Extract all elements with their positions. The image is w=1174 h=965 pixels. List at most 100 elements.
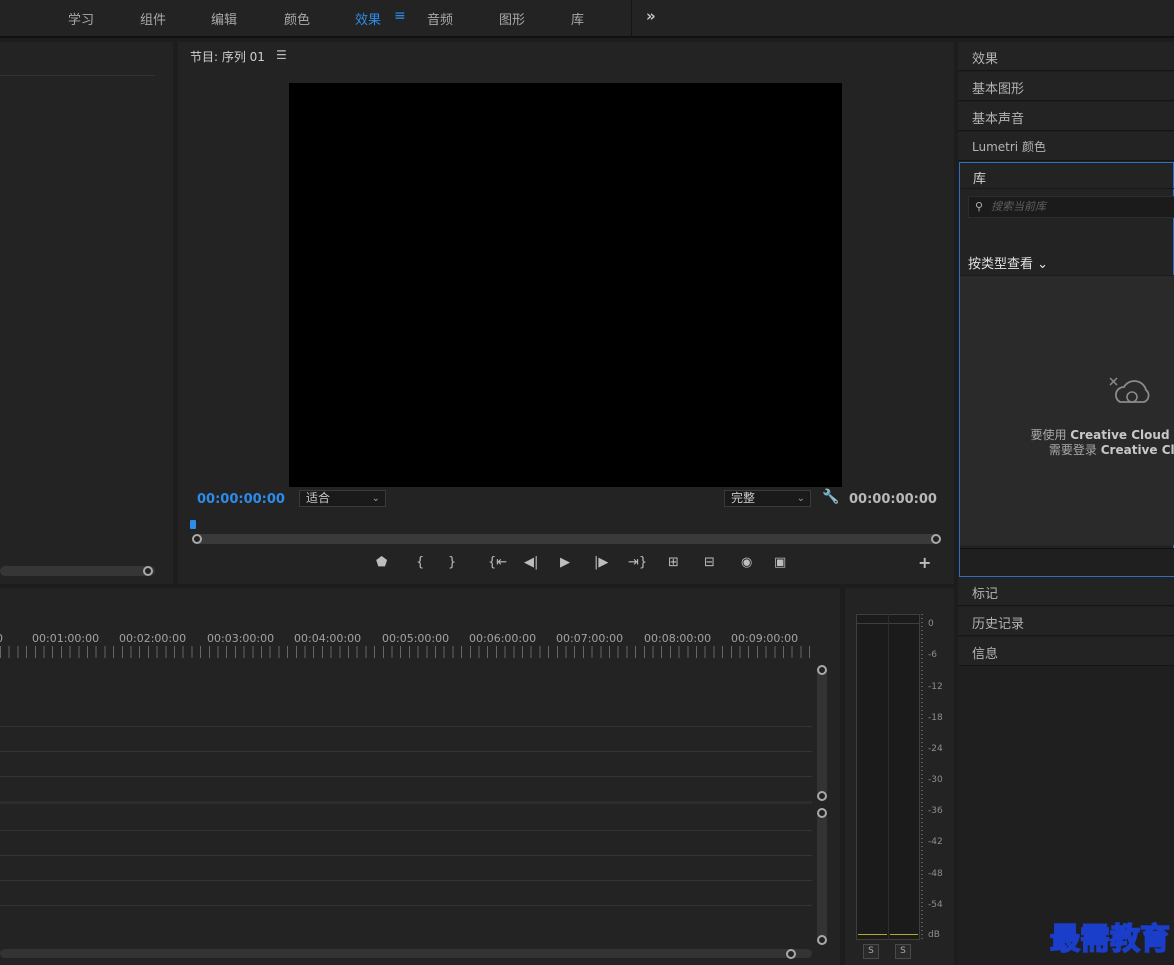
panel-tab-essential-graphics[interactable]: 基本图形 xyxy=(958,72,1174,101)
view-by-type-dropdown[interactable]: 按类型查看 ⌄ xyxy=(968,253,1048,272)
workspace-tab-effects[interactable]: 效果 xyxy=(355,9,381,28)
video-audio-divider[interactable] xyxy=(0,801,812,804)
audio-track-divider xyxy=(0,880,812,881)
workspace-tab-editing[interactable]: 编辑 xyxy=(211,9,237,28)
timeline-zoom-handle[interactable] xyxy=(786,949,796,959)
camera-export-frame-icon[interactable]: ◉ xyxy=(741,555,752,570)
library-login-message: 要使用 Creative Cloud Libr 需要登录 Creative Cl… xyxy=(1020,428,1174,458)
library-search-box[interactable]: ⚲ xyxy=(968,196,1174,218)
panel-tab-history[interactable]: 历史记录 xyxy=(958,607,1174,636)
mark-in-icon[interactable]: { xyxy=(416,555,424,570)
program-monitor-title[interactable]: 节目: 序列 01 xyxy=(190,48,265,65)
left-panel xyxy=(0,42,173,584)
ruler-label: 00:04:00:00 xyxy=(294,632,362,645)
chevron-down-icon: ⌄ xyxy=(371,493,380,504)
ruler-label: 00:02:00:00 xyxy=(119,632,187,645)
workspace-tab-assembly[interactable]: 组件 xyxy=(140,9,166,28)
db-label: -24 xyxy=(928,744,943,754)
library-footer-bar xyxy=(960,548,1174,576)
playhead-marker[interactable] xyxy=(190,520,196,529)
panel-tab-info[interactable]: 信息 xyxy=(958,637,1174,666)
timeline-horizontal-scrollbar[interactable] xyxy=(0,949,812,958)
lift-icon[interactable]: ⊞ xyxy=(668,555,679,570)
left-horizontal-scrollbar[interactable] xyxy=(0,566,155,576)
hamburger-menu-icon[interactable]: ≡ xyxy=(394,8,406,24)
panel-tab-markers[interactable]: 标记 xyxy=(958,577,1174,606)
db-label: -54 xyxy=(928,900,943,910)
ruler-label: 00:05:00:00 xyxy=(382,632,450,645)
meter-level-left xyxy=(858,934,887,935)
ruler-label: 00:06:00:00 xyxy=(469,632,537,645)
chevron-down-icon: ⌄ xyxy=(1037,257,1049,272)
step-back-icon[interactable]: ◀| xyxy=(524,555,538,570)
workspace-tab-learn[interactable]: 学习 xyxy=(68,9,94,28)
workspace-tab-graphics[interactable]: 图形 xyxy=(499,9,525,28)
video-tracks-scrollbar[interactable] xyxy=(817,668,827,796)
db-label: -36 xyxy=(928,806,943,816)
audio-track-divider xyxy=(0,905,812,906)
db-label: -18 xyxy=(928,713,943,723)
zoom-fit-dropdown[interactable]: 适合 ⌄ xyxy=(299,490,386,507)
zoom-scroll-handle-right[interactable] xyxy=(931,534,941,544)
solo-right-button[interactable]: S xyxy=(895,944,911,959)
audio-scroll-handle-bottom[interactable] xyxy=(817,935,827,945)
creative-cloud-disconnected-icon xyxy=(1109,377,1150,403)
db-label: 0 xyxy=(928,619,934,629)
duration-timecode: 00:00:00:00 xyxy=(849,492,937,507)
workspace-tab-audio[interactable]: 音频 xyxy=(427,9,453,28)
playback-quality-dropdown[interactable]: 完整 ⌄ xyxy=(724,490,811,507)
libraries-divider xyxy=(960,188,1174,189)
audio-tracks-scrollbar[interactable] xyxy=(817,810,827,940)
video-track-divider xyxy=(0,751,812,752)
scrub-bar[interactable] xyxy=(194,534,938,544)
timeline-panel: 0 00:01:00:00 00:02:00:00 00:03:00:00 00… xyxy=(0,588,840,965)
extract-icon[interactable]: ⊟ xyxy=(704,555,715,570)
go-to-in-icon[interactable]: {⇤ xyxy=(488,555,507,570)
mark-out-icon[interactable]: } xyxy=(448,555,456,570)
playhead-timecode[interactable]: 00:00:00:00 xyxy=(197,492,285,507)
panel-tab-effects[interactable]: 效果 xyxy=(958,42,1174,71)
ruler-label: 00:03:00:00 xyxy=(207,632,275,645)
db-label: -42 xyxy=(928,837,943,847)
video-scroll-handle-bottom[interactable] xyxy=(817,791,827,801)
play-icon[interactable]: ▶ xyxy=(560,555,570,570)
libraries-panel-title[interactable]: 库 xyxy=(973,168,986,187)
ruler-label: 00:09:00:00 xyxy=(731,632,799,645)
video-preview[interactable] xyxy=(289,83,842,487)
meter-level-right xyxy=(890,934,918,935)
comparison-view-icon[interactable]: ▣ xyxy=(774,555,786,570)
library-search-input[interactable] xyxy=(991,199,1171,215)
solo-left-button[interactable]: S xyxy=(863,944,879,959)
time-ruler[interactable] xyxy=(0,646,812,658)
view-by-type-label: 按类型查看 xyxy=(968,257,1034,272)
program-monitor: 节目: 序列 01 ☰ 00:00:00:00 适合 ⌄ 完整 ⌄ 🔧 00:0… xyxy=(178,42,954,584)
add-marker-icon[interactable]: ⬟ xyxy=(376,555,387,570)
audio-track-divider xyxy=(0,855,812,856)
wrench-settings-icon[interactable]: 🔧 xyxy=(822,489,839,505)
db-label: -48 xyxy=(928,869,943,879)
db-label: -12 xyxy=(928,682,943,692)
ruler-label: 0 xyxy=(0,632,3,645)
step-forward-icon[interactable]: |▶ xyxy=(594,555,608,570)
workspace-divider xyxy=(631,0,632,38)
audio-scroll-handle-top[interactable] xyxy=(817,808,827,818)
go-to-out-icon[interactable]: ⇥} xyxy=(628,555,647,570)
workspace-tab-libraries[interactable]: 库 xyxy=(571,9,584,28)
panel-tab-essential-sound[interactable]: 基本声音 xyxy=(958,102,1174,131)
video-scroll-handle-top[interactable] xyxy=(817,665,827,675)
left-scrollbar-handle[interactable] xyxy=(143,566,153,576)
zoom-scroll-handle-left[interactable] xyxy=(192,534,202,544)
double-chevron-right-icon[interactable]: » xyxy=(646,7,656,25)
video-track-divider xyxy=(0,726,812,727)
panel-tab-lumetri-color[interactable]: Lumetri 颜色 xyxy=(958,132,1174,161)
library-login-line-1: 要使用 Creative Cloud Libr xyxy=(1030,428,1174,442)
panel-menu-icon[interactable]: ☰ xyxy=(276,48,287,62)
ruler-label: 00:07:00:00 xyxy=(556,632,624,645)
ruler-label: 00:01:00:00 xyxy=(32,632,100,645)
zoom-fit-value: 适合 xyxy=(306,491,331,505)
add-button-icon[interactable]: + xyxy=(918,553,931,572)
audio-track-divider xyxy=(0,830,812,831)
libraries-panel: 库 ⚲ 按类型查看 ⌄ 要使用 Creative Cloud Libr 需要登录… xyxy=(959,162,1174,577)
workspace-tab-color[interactable]: 颜色 xyxy=(284,9,310,28)
playback-quality-value: 完整 xyxy=(731,491,756,505)
